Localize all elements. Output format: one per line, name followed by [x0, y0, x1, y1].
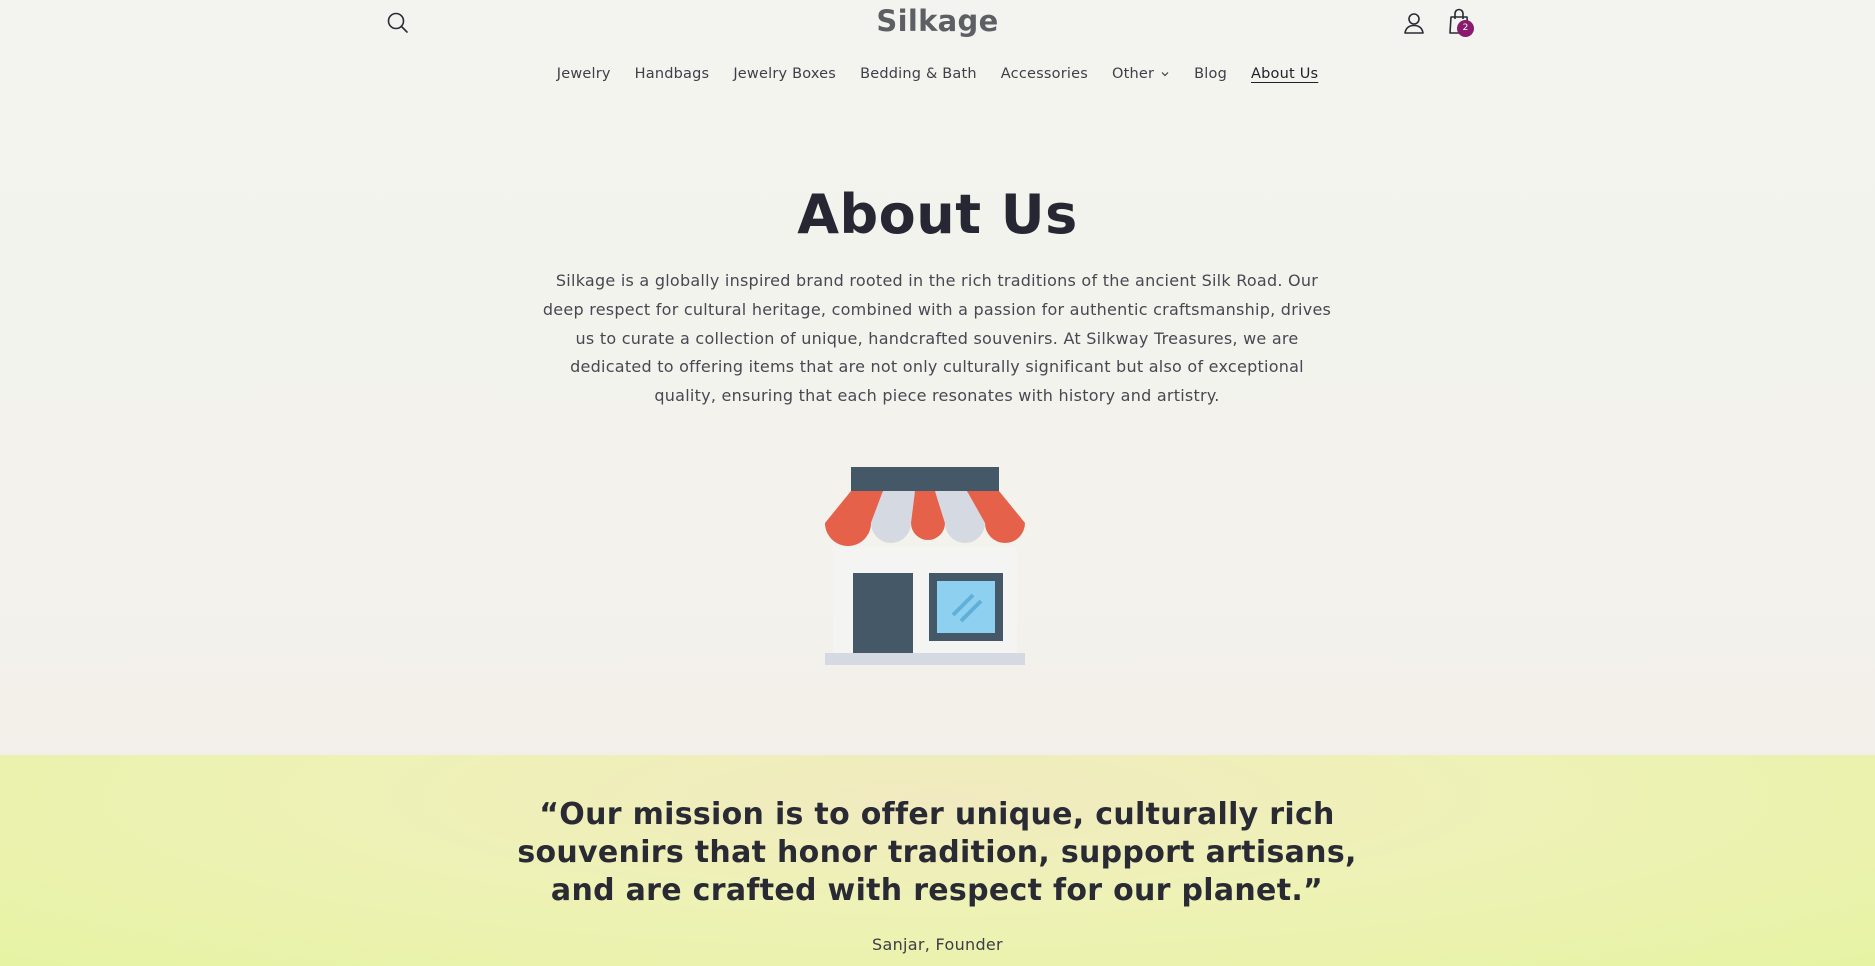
brand-logo-wrap: Silkage: [0, 4, 1875, 38]
mission-quote: “Our mission is to offer unique, cultura…: [517, 797, 1357, 908]
nav-item-bedding-bath[interactable]: Bedding & Bath: [848, 66, 989, 82]
nav-item-label: Other: [1111, 66, 1155, 82]
site-header: Silkage 2: [0, 0, 1875, 46]
page-title: About Us: [797, 183, 1078, 246]
nav-item-accessories[interactable]: Accessories: [989, 66, 1100, 82]
nav-item-label: About Us: [1251, 66, 1319, 82]
nav-item-about-us[interactable]: About Us: [1239, 66, 1330, 82]
nav-item-blog[interactable]: Blog: [1182, 66, 1239, 82]
account-icon: [1404, 13, 1424, 34]
nav-item-other-dropdown[interactable]: Other: [1100, 66, 1182, 82]
nav-item-label: Blog: [1194, 66, 1228, 82]
cart-count-badge: 2: [1457, 20, 1474, 37]
nav-item-label: Jewelry Boxes: [733, 66, 837, 82]
nav-item-handbags[interactable]: Handbags: [623, 66, 722, 82]
about-intro-text: Silkage is a globally inspired brand roo…: [542, 271, 1332, 406]
chevron-down-icon: [1161, 72, 1169, 77]
nav-item-label: Jewelry: [556, 66, 611, 82]
storefront-icon: [825, 467, 1025, 665]
main-nav: Jewelry Handbags Jewelry Boxes Bedding &…: [0, 66, 1875, 82]
storefront-illustration: [823, 465, 1027, 670]
nav-item-label: Handbags: [634, 66, 710, 82]
brand-logo[interactable]: Silkage: [876, 4, 998, 38]
nav-item-jewelry-boxes[interactable]: Jewelry Boxes: [721, 66, 848, 82]
nav-item-jewelry[interactable]: Jewelry: [545, 66, 623, 82]
account-button[interactable]: [1401, 10, 1427, 36]
nav-item-label: Accessories: [1000, 66, 1088, 82]
quote-author: Sanjar, Founder: [872, 935, 1003, 954]
nav-item-label: Bedding & Bath: [860, 66, 977, 82]
